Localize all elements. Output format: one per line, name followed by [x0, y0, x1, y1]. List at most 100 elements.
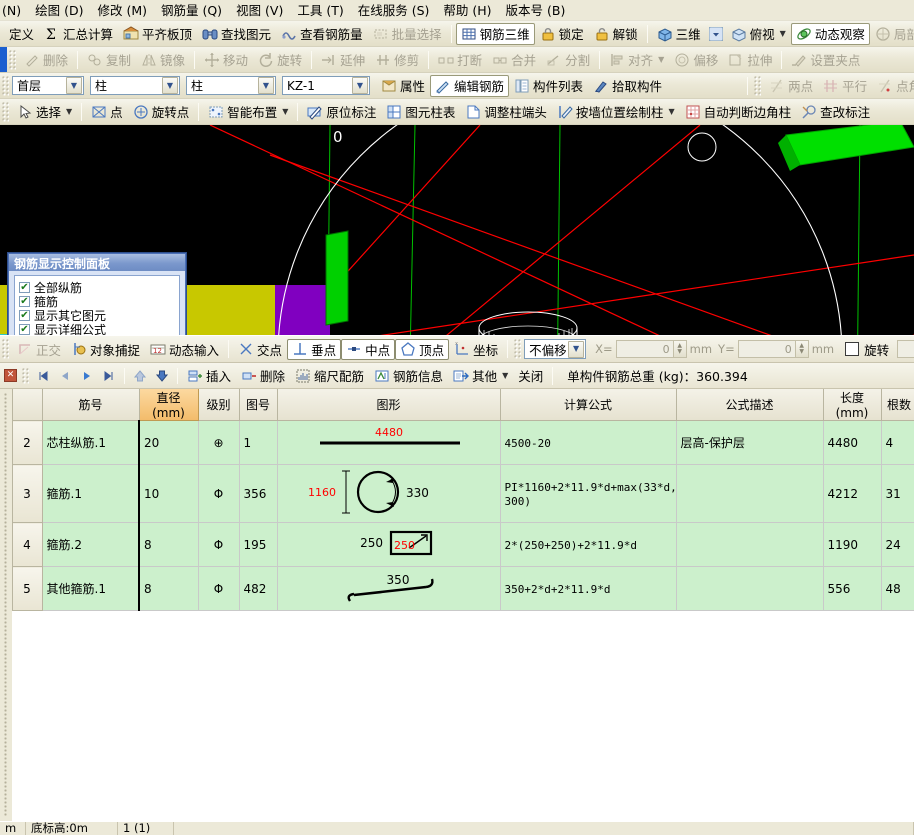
toolbar-grip[interactable]: [2, 75, 9, 96]
cell-fig-no[interactable]: 482: [238, 566, 278, 611]
coordinate-snap-button[interactable]: x 坐标: [449, 339, 503, 360]
cell-figure[interactable]: 1160 330: [276, 464, 501, 523]
cell-formula[interactable]: 2*(250+250)+2*11.9*d: [499, 522, 677, 567]
col-description[interactable]: 公式描述: [675, 389, 824, 421]
prev-record-button[interactable]: [54, 366, 76, 386]
split-button[interactable]: 分割: [541, 49, 595, 71]
cell-description[interactable]: 层高-保护层: [675, 420, 824, 465]
rotate-input[interactable]: 0.000: [897, 340, 914, 358]
close-grid-button[interactable]: 关闭: [513, 365, 548, 387]
menu-item-online-service[interactable]: 在线服务 (S): [351, 1, 437, 20]
vertex-snap-button[interactable]: 顶点: [395, 338, 450, 360]
flush-slab-top-button[interactable]: 平齐板顶: [118, 23, 197, 45]
menu-item-version[interactable]: 版本号 (B): [499, 1, 573, 20]
y-spinner[interactable]: ▲ ▼: [795, 340, 809, 358]
floor-combo[interactable]: 首层 ▼: [12, 76, 84, 95]
parallel-axis-button[interactable]: 平行: [818, 75, 872, 97]
cell-grade[interactable]: ⊕: [197, 420, 240, 465]
rebar-display-panel[interactable]: 钢筋显示控制面板 ✔ 全部纵筋 ✔ 箍筋 ✔ 显示其它图元 ✔ 显示详细公式: [8, 253, 186, 335]
draw-column-by-wall-button[interactable]: 按墙位置绘制柱 ▼: [552, 101, 680, 123]
close-icon[interactable]: ✕: [4, 369, 17, 382]
drawing-canvas[interactable]: Z Y X 4000 4000 4800 2500 3600 B 0 A A 1…: [0, 125, 914, 335]
edit-rebar-button[interactable]: 编辑钢筋: [430, 74, 510, 97]
next-record-button[interactable]: [76, 366, 98, 386]
col-figure[interactable]: 图形: [276, 389, 501, 421]
cell-grade[interactable]: Φ: [197, 464, 240, 523]
three-d-view-button[interactable]: 三维: [652, 23, 706, 45]
delete-row-button[interactable]: 删除: [236, 365, 290, 387]
cell-grade[interactable]: Φ: [197, 522, 240, 567]
chevron-down-icon[interactable]: ▼: [352, 77, 368, 94]
point-button[interactable]: 点: [86, 101, 128, 123]
stretch-button[interactable]: 拉伸: [723, 49, 777, 71]
other-button[interactable]: 其他 ▼: [448, 365, 513, 387]
type-combo[interactable]: 柱 ▼: [186, 76, 276, 95]
cell-formula[interactable]: PI*1160+2*11.9*d+max(33*d, 300): [499, 464, 677, 523]
chevron-down-icon[interactable]: ▼: [162, 77, 178, 94]
toolbar-grip[interactable]: [514, 339, 522, 359]
batch-select-button[interactable]: 批量选择: [368, 23, 447, 45]
chevron-down-icon[interactable]: ▼: [66, 77, 82, 94]
chevron-down-icon[interactable]: ▼: [282, 107, 288, 116]
perpendicular-snap-button[interactable]: 垂点: [287, 338, 342, 360]
toolbar-grip[interactable]: [754, 75, 762, 96]
cell-length[interactable]: 4480: [822, 420, 882, 465]
cell-rownum[interactable]: 2: [11, 420, 43, 465]
cell-rebar-no[interactable]: 箍筋.1: [41, 464, 140, 523]
offset-button[interactable]: 偏移: [669, 49, 723, 71]
cell-rebar-no[interactable]: 芯柱纵筋.1: [41, 420, 140, 465]
property-button[interactable]: 属性: [376, 75, 430, 97]
cell-grade[interactable]: Φ: [197, 566, 240, 611]
menu-item-tools[interactable]: 工具 (T): [290, 1, 350, 20]
checkbox[interactable]: ✔: [19, 295, 30, 307]
adjust-column-end-button[interactable]: 调整柱端头: [460, 101, 552, 123]
first-record-button[interactable]: [32, 366, 54, 386]
menu-item-modify[interactable]: 修改 (M): [90, 1, 154, 20]
cell-rownum[interactable]: 3: [11, 464, 43, 523]
two-point-axis-button[interactable]: 两点: [764, 75, 818, 97]
cell-length[interactable]: 556: [822, 566, 882, 611]
move-up-button[interactable]: [129, 366, 151, 386]
rebar-3d-button[interactable]: 钢筋三维: [455, 22, 535, 45]
cell-description[interactable]: [675, 566, 824, 611]
point-angle-axis-button[interactable]: 点角 ▼: [872, 75, 914, 97]
col-rebar-no[interactable]: 筋号: [41, 389, 140, 421]
object-snap-button[interactable]: 对象捕捉: [66, 339, 145, 360]
cell-fig-no[interactable]: 1: [238, 420, 278, 465]
cell-figure[interactable]: 4480: [276, 420, 501, 465]
checkbox[interactable]: ✔: [19, 309, 30, 321]
table-row[interactable]: 4 箍筋.2 8 Φ 195 250 250 2*(250+250)+2*11.…: [0, 522, 914, 567]
cell-length[interactable]: 4212: [822, 464, 882, 523]
col-rownum[interactable]: [11, 389, 43, 421]
define-button[interactable]: 定义: [4, 23, 39, 45]
pick-member-button[interactable]: 拾取构件: [588, 75, 667, 97]
copy-button[interactable]: 复制: [82, 49, 136, 71]
col-diameter[interactable]: 直径 (mm): [138, 389, 199, 421]
table-row[interactable]: 5 其他箍筋.1 8 Φ 482 350 350+2*d+2*11.9*d 55…: [0, 566, 914, 611]
toolbar-grip[interactable]: [9, 49, 16, 70]
cell-figure[interactable]: 250 250: [276, 522, 501, 567]
menu-item-rebar-qty[interactable]: 钢筋量 (Q): [154, 1, 229, 20]
rotate-point-button[interactable]: 旋转点: [128, 101, 195, 123]
cell-diameter[interactable]: 10: [138, 464, 199, 523]
cell-count[interactable]: 31: [880, 464, 914, 523]
cell-length[interactable]: 1190: [822, 522, 882, 567]
col-length[interactable]: 长度 (mm): [822, 389, 882, 421]
rebar-table[interactable]: 筋号 直径 (mm) 级别 图号 图形 计算公式 公式描述 长度 (mm) 根数…: [0, 389, 914, 821]
cell-count[interactable]: 48: [880, 566, 914, 611]
find-element-button[interactable]: 查找图元: [197, 23, 276, 45]
align-button[interactable]: 对齐 ▼: [604, 49, 669, 71]
y-input[interactable]: 0: [737, 340, 796, 358]
last-record-button[interactable]: [98, 366, 120, 386]
check-annotation-button[interactable]: 查改标注: [796, 101, 875, 123]
category-combo[interactable]: 柱 ▼: [90, 76, 180, 95]
move-button[interactable]: 移动: [199, 49, 253, 71]
checkbox[interactable]: ✔: [19, 323, 30, 335]
menu-item-view[interactable]: 视图 (V): [229, 1, 290, 20]
cell-formula[interactable]: 350+2*d+2*11.9*d: [499, 566, 677, 611]
delete-button[interactable]: 删除: [19, 49, 73, 71]
menu-item-file[interactable]: (N): [0, 1, 28, 20]
break-button[interactable]: 打断: [433, 49, 487, 71]
ortho-button[interactable]: 正交: [12, 339, 66, 360]
view-rebar-qty-button[interactable]: 查看钢筋量: [276, 23, 368, 45]
